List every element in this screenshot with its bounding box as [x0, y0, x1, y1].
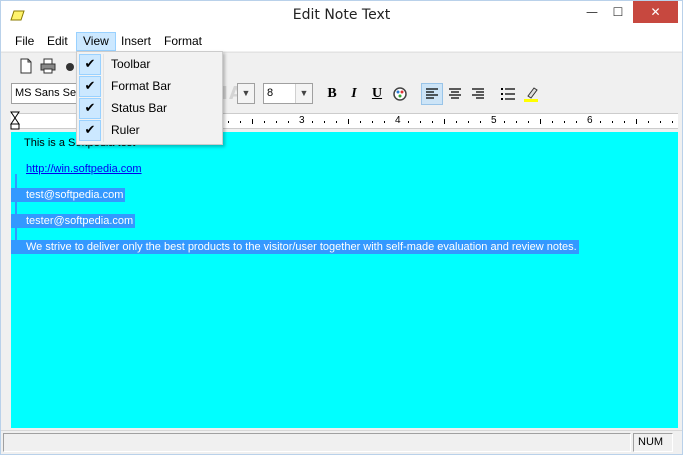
menu-item-ruler[interactable]: ✔ Ruler — [79, 120, 220, 141]
ruler-tick — [528, 121, 529, 123]
ruler-number: 4 — [395, 115, 401, 126]
maximize-button[interactable]: ☐ — [605, 1, 631, 23]
menu-item-label: Toolbar — [111, 57, 151, 71]
text-line-selected: We strive to deliver only the best produ… — [11, 240, 579, 254]
selection-margin — [15, 174, 17, 254]
font-size-combo[interactable]: 8 ▼ — [263, 83, 313, 104]
menu-format[interactable]: Format — [158, 32, 208, 51]
ruler-tick — [540, 119, 541, 124]
ruler-tick — [252, 119, 253, 124]
ruler-tick — [432, 121, 433, 123]
ruler-tick — [672, 121, 673, 123]
ruler-tick — [456, 121, 457, 123]
align-center-button[interactable] — [444, 83, 466, 105]
align-center-icon — [449, 88, 461, 99]
ruler-tick — [564, 121, 565, 123]
note-text-editor[interactable]: This is a Softpedia test http://win.soft… — [11, 132, 678, 428]
italic-button[interactable]: I — [343, 83, 365, 105]
menu-item-format-bar[interactable]: ✔ Format Bar — [79, 76, 220, 97]
num-lock-indicator: NUM — [633, 433, 673, 452]
ruler-number: 6 — [587, 115, 593, 126]
ruler-tick — [576, 121, 577, 123]
ruler-tick — [624, 121, 625, 123]
highlight-button[interactable] — [520, 83, 542, 105]
underline-button[interactable]: U — [366, 83, 388, 105]
ruler-tick — [240, 121, 241, 123]
title-bar: Edit Note Text — ☐ ✕ — [1, 1, 682, 31]
bullet-list-icon — [501, 88, 515, 100]
new-document-icon[interactable] — [17, 57, 35, 75]
ruler-number: 5 — [491, 115, 497, 126]
check-icon: ✔ — [79, 120, 101, 141]
check-icon: ✔ — [79, 54, 101, 75]
menu-view[interactable]: View — [76, 32, 116, 51]
highlighter-icon — [524, 87, 538, 102]
align-left-button[interactable] — [421, 83, 443, 105]
menu-item-label: Status Bar — [111, 101, 168, 115]
ruler-tick — [360, 121, 361, 123]
ruler-tick — [420, 121, 421, 123]
ruler-tick — [312, 121, 313, 123]
menu-item-label: Format Bar — [111, 79, 172, 93]
status-message-pane — [3, 433, 631, 452]
font-size-value: 8 — [267, 87, 274, 99]
menu-item-label: Ruler — [111, 123, 140, 137]
ruler-tick — [228, 121, 229, 123]
url-link[interactable]: http://win.softpedia.com — [11, 162, 142, 176]
ruler-tick — [264, 121, 265, 123]
font-name-combo[interactable]: MS Sans Serif — [11, 83, 79, 104]
check-icon: ✔ — [79, 98, 101, 119]
ruler-number: 3 — [299, 115, 305, 126]
check-icon: ✔ — [79, 76, 101, 97]
menu-file[interactable]: File — [9, 32, 40, 51]
close-button[interactable]: ✕ — [633, 1, 678, 23]
menu-item-toolbar[interactable]: ✔ Toolbar — [79, 54, 220, 75]
indent-marker-icon[interactable] — [10, 111, 20, 131]
ruler-tick — [336, 121, 337, 123]
ruler-tick — [384, 121, 385, 123]
ruler-tick — [408, 121, 409, 123]
font-name-dropdown[interactable]: ▼ — [237, 83, 255, 104]
ruler-tick — [324, 121, 325, 123]
menu-item-status-bar[interactable]: ✔ Status Bar — [79, 98, 220, 119]
view-menu-dropdown: ✔ Toolbar ✔ Format Bar ✔ Status Bar ✔ Ru… — [76, 51, 223, 145]
ruler-tick — [444, 119, 445, 124]
bullets-button[interactable] — [497, 83, 519, 105]
ruler-tick — [504, 121, 505, 123]
minimize-button[interactable]: — — [579, 1, 605, 23]
ruler-tick — [516, 121, 517, 123]
ruler-tick — [348, 119, 349, 124]
align-right-button[interactable] — [467, 83, 489, 105]
menu-insert[interactable]: Insert — [115, 32, 157, 51]
ruler-tick — [636, 119, 637, 124]
status-bar: NUM — [1, 430, 682, 454]
align-right-icon — [472, 88, 484, 99]
ruler-tick — [648, 121, 649, 123]
ruler-tick — [468, 121, 469, 123]
bold-button[interactable]: B — [321, 83, 343, 105]
ruler-tick — [552, 121, 553, 123]
edit-note-window: Edit Note Text — ☐ ✕ File Edit View Inse… — [0, 0, 683, 455]
ruler-tick — [660, 121, 661, 123]
ruler-tick — [288, 121, 289, 123]
chevron-down-icon: ▼ — [238, 84, 254, 103]
align-left-icon — [426, 88, 438, 99]
ruler-tick — [612, 121, 613, 123]
text-color-icon[interactable] — [389, 83, 411, 105]
print-icon[interactable] — [39, 57, 57, 75]
email-line[interactable]: test@softpedia.com — [11, 188, 126, 202]
find-icon[interactable] — [65, 57, 75, 75]
ruler-tick — [480, 121, 481, 123]
menu-edit[interactable]: Edit — [41, 32, 74, 51]
ruler-tick — [276, 121, 277, 123]
chevron-down-icon: ▼ — [295, 84, 312, 103]
ruler-tick — [372, 121, 373, 123]
ruler-tick — [600, 121, 601, 123]
menu-bar: File Edit View Insert Format — [1, 31, 682, 51]
email-line[interactable]: tester@softpedia.com — [11, 214, 136, 228]
